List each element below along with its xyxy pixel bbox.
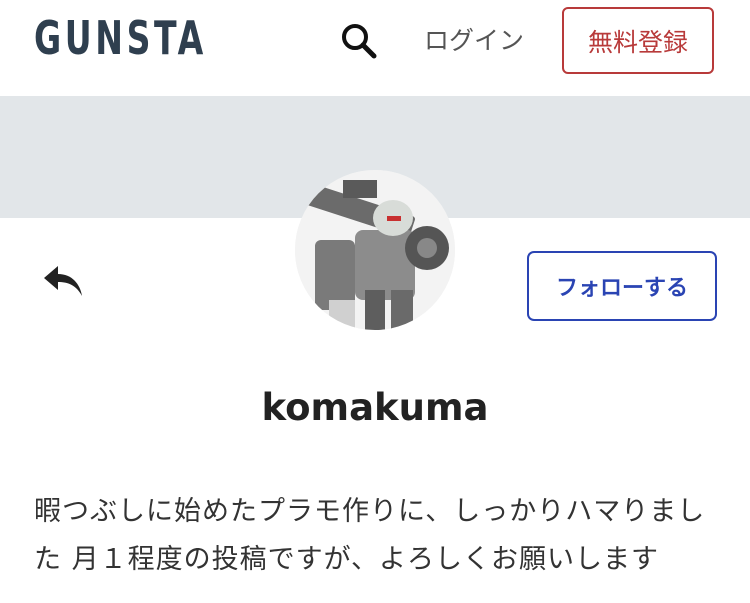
search-button[interactable] <box>338 20 380 62</box>
site-logo[interactable]: GUNSTA <box>34 10 207 66</box>
search-icon <box>342 24 377 59</box>
reply-arrow-icon <box>44 266 82 296</box>
avatar <box>295 170 455 330</box>
avatar-image <box>295 170 455 330</box>
login-link[interactable]: ログイン <box>424 24 524 58</box>
back-button[interactable] <box>42 262 86 300</box>
site-header: GUNSTA ログイン 無料登録 <box>0 0 750 96</box>
profile-bio: 暇つぶしに始めたプラモ作りに、しっかりハマりました 月１程度の投稿ですが、よろし… <box>34 496 706 575</box>
profile-username: komakuma <box>261 386 489 429</box>
signup-button[interactable]: 無料登録 <box>562 7 714 74</box>
follow-button[interactable]: フォローする <box>527 251 717 321</box>
